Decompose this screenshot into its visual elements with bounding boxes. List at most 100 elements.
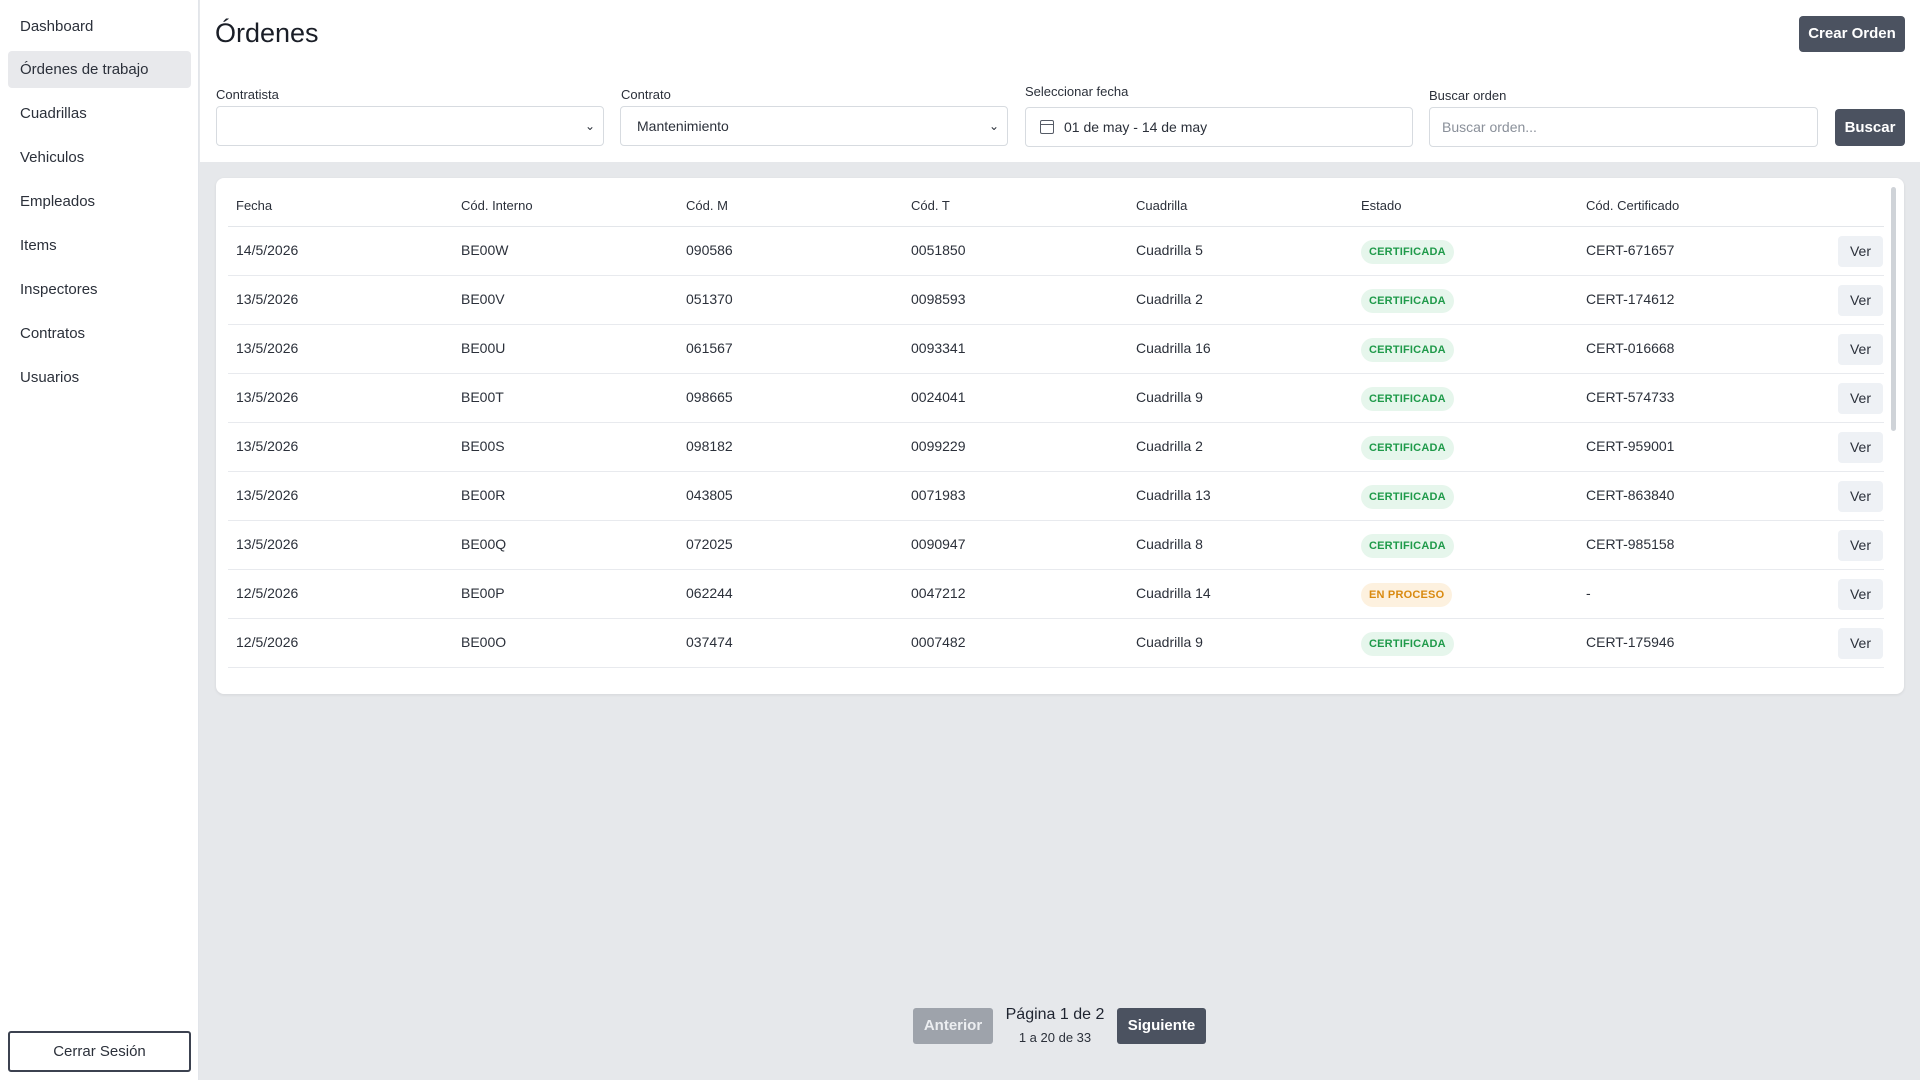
date-range-value: 01 de may - 14 de may <box>1064 119 1208 135</box>
cell-cuadrilla: Cuadrilla 9 <box>1136 389 1203 405</box>
cell-cuadrilla: Cuadrilla 16 <box>1136 340 1211 356</box>
cell-m: 043805 <box>686 487 733 503</box>
view-order-button[interactable]: Ver <box>1838 285 1883 316</box>
status-badge: CERTIFICADA <box>1361 387 1454 411</box>
status-badge: CERTIFICADA <box>1361 240 1454 264</box>
page-indicator: Página 1 de 2 <box>1005 1006 1105 1023</box>
table-row: 12/5/2026 BE00P 062244 0047212 Cuadrilla 14 E… <box>228 570 1884 619</box>
fecha-label: Seleccionar fecha <box>1025 84 1129 99</box>
sidebar-item-contratos[interactable]: Contratos <box>8 315 191 352</box>
cell-t: 0093341 <box>911 340 966 356</box>
cell-fecha: 13/5/2026 <box>236 438 299 454</box>
cell-cert: CERT-671657 <box>1586 242 1675 258</box>
col-estado: Estado <box>1361 198 1402 213</box>
col-cod-t: Cód. T <box>911 198 950 213</box>
cell-interno: BE00P <box>461 585 505 601</box>
col-cod-certificado: Cód. Certificado <box>1586 198 1680 213</box>
contratista-select[interactable]: ⌄ <box>216 106 604 146</box>
cell-fecha: 13/5/2026 <box>236 291 299 307</box>
cell-m: 061567 <box>686 340 733 356</box>
view-order-button[interactable]: Ver <box>1838 334 1883 365</box>
cell-t: 0024041 <box>911 389 966 405</box>
view-order-button[interactable]: Ver <box>1838 579 1883 610</box>
col-fecha: Fecha <box>236 198 273 213</box>
cell-m: 098665 <box>686 389 733 405</box>
view-order-button[interactable]: Ver <box>1838 236 1883 267</box>
cell-t: 0090947 <box>911 536 966 552</box>
sidebar-item-usuarios[interactable]: Usuarios <box>8 359 191 396</box>
cell-interno: BE00W <box>461 242 509 258</box>
page-title: Órdenes <box>215 18 319 48</box>
next-page-button[interactable]: Siguiente <box>1117 1008 1206 1044</box>
cell-cuadrilla: Cuadrilla 5 <box>1136 242 1203 258</box>
cell-t: 0098593 <box>911 291 966 307</box>
view-order-button[interactable]: Ver <box>1838 383 1883 414</box>
table-row: 13/5/2026 BE00T 098665 0024041 Cuadrilla 9 CE… <box>228 374 1884 423</box>
cell-m: 062244 <box>686 585 733 601</box>
cell-fecha: 13/5/2026 <box>236 340 299 356</box>
cell-cuadrilla: Cuadrilla 2 <box>1136 291 1203 307</box>
cell-cert: CERT-959001 <box>1586 438 1675 454</box>
prev-page-button[interactable]: Anterior <box>913 1008 993 1044</box>
table-scrollbar[interactable] <box>1891 187 1896 431</box>
cell-cuadrilla: Cuadrilla 13 <box>1136 487 1211 503</box>
cell-t: 0047212 <box>911 585 966 601</box>
sidebar-item-empleados[interactable]: Empleados <box>8 183 191 220</box>
table-row: 12/5/2026 BE00O 037474 0007482 Cuadrilla 9 CE… <box>228 619 1884 668</box>
cell-cert: CERT-175946 <box>1586 634 1675 650</box>
contratista-label: Contratista <box>216 87 279 102</box>
cell-fecha: 13/5/2026 <box>236 389 299 405</box>
cell-cert: CERT-016668 <box>1586 340 1675 356</box>
view-order-button[interactable]: Ver <box>1838 481 1883 512</box>
sidebar-item-items[interactable]: Items <box>8 227 191 264</box>
contrato-select[interactable]: Mantenimiento ⌄ <box>620 106 1008 146</box>
logout-button[interactable]: Cerrar Sesión <box>8 1031 191 1072</box>
cell-interno: BE00Q <box>461 536 507 552</box>
col-cuadrilla: Cuadrilla <box>1136 198 1188 213</box>
cell-cuadrilla: Cuadrilla 2 <box>1136 438 1203 454</box>
col-cod-interno: Cód. Interno <box>461 198 533 213</box>
view-order-button[interactable]: Ver <box>1838 530 1883 561</box>
cell-interno: BE00V <box>461 291 505 307</box>
cell-interno: BE00U <box>461 340 506 356</box>
cell-interno: BE00R <box>461 487 506 503</box>
create-order-button[interactable]: Crear Orden <box>1799 16 1905 52</box>
status-badge: CERTIFICADA <box>1361 632 1454 656</box>
table-header: Fecha Cód. Interno Cód. M Cód. T Cuadril… <box>228 178 1884 227</box>
table-row: 13/5/2026 BE00S 098182 0099229 Cuadrilla 2 CE… <box>228 423 1884 472</box>
cell-cert: - <box>1586 585 1591 601</box>
cell-interno: BE00T <box>461 389 504 405</box>
calendar-icon <box>1040 120 1054 134</box>
cell-interno: BE00S <box>461 438 505 454</box>
cell-m: 072025 <box>686 536 733 552</box>
search-button[interactable]: Buscar <box>1835 109 1905 146</box>
sidebar-item-vehiculos[interactable]: Vehiculos <box>8 139 191 176</box>
table-row: 13/5/2026 BE00R 043805 0071983 Cuadrilla 13 C… <box>228 472 1884 521</box>
cell-cert: CERT-174612 <box>1586 291 1675 307</box>
search-input[interactable]: Buscar orden... <box>1429 107 1818 147</box>
table-row: 13/5/2026 BE00U 061567 0093341 Cuadrilla 16 C… <box>228 325 1884 374</box>
cell-fecha: 12/5/2026 <box>236 634 299 650</box>
cell-m: 037474 <box>686 634 733 650</box>
sidebar-item-cuadrillas[interactable]: Cuadrillas <box>8 95 191 132</box>
cell-interno: BE00O <box>461 634 507 650</box>
cell-m: 051370 <box>686 291 733 307</box>
cell-t: 0099229 <box>911 438 966 454</box>
cell-fecha: 13/5/2026 <box>236 536 299 552</box>
chevron-down-icon: ⌄ <box>584 119 595 133</box>
cell-cuadrilla: Cuadrilla 9 <box>1136 634 1203 650</box>
view-order-button[interactable]: Ver <box>1838 628 1883 659</box>
cell-m: 098182 <box>686 438 733 454</box>
cell-cert: CERT-863840 <box>1586 487 1675 503</box>
view-order-button[interactable]: Ver <box>1838 432 1883 463</box>
cell-m: 090586 <box>686 242 733 258</box>
table-row: 13/5/2026 BE00Q 072025 0090947 Cuadrilla 8 CE… <box>228 521 1884 570</box>
table-row: 13/5/2026 BE00V 051370 0098593 Cuadrilla 2 CE… <box>228 276 1884 325</box>
status-badge: CERTIFICADA <box>1361 338 1454 362</box>
date-range-picker[interactable]: 01 de may - 14 de may <box>1025 107 1413 147</box>
sidebar-item-dashboard[interactable]: Dashboard <box>8 8 191 45</box>
sidebar-item-ordenes[interactable]: Órdenes de trabajo <box>8 51 191 88</box>
cell-cert: CERT-574733 <box>1586 389 1675 405</box>
sidebar-item-inspectores[interactable]: Inspectores <box>8 271 191 308</box>
status-badge: EN PROCESO <box>1361 583 1453 607</box>
